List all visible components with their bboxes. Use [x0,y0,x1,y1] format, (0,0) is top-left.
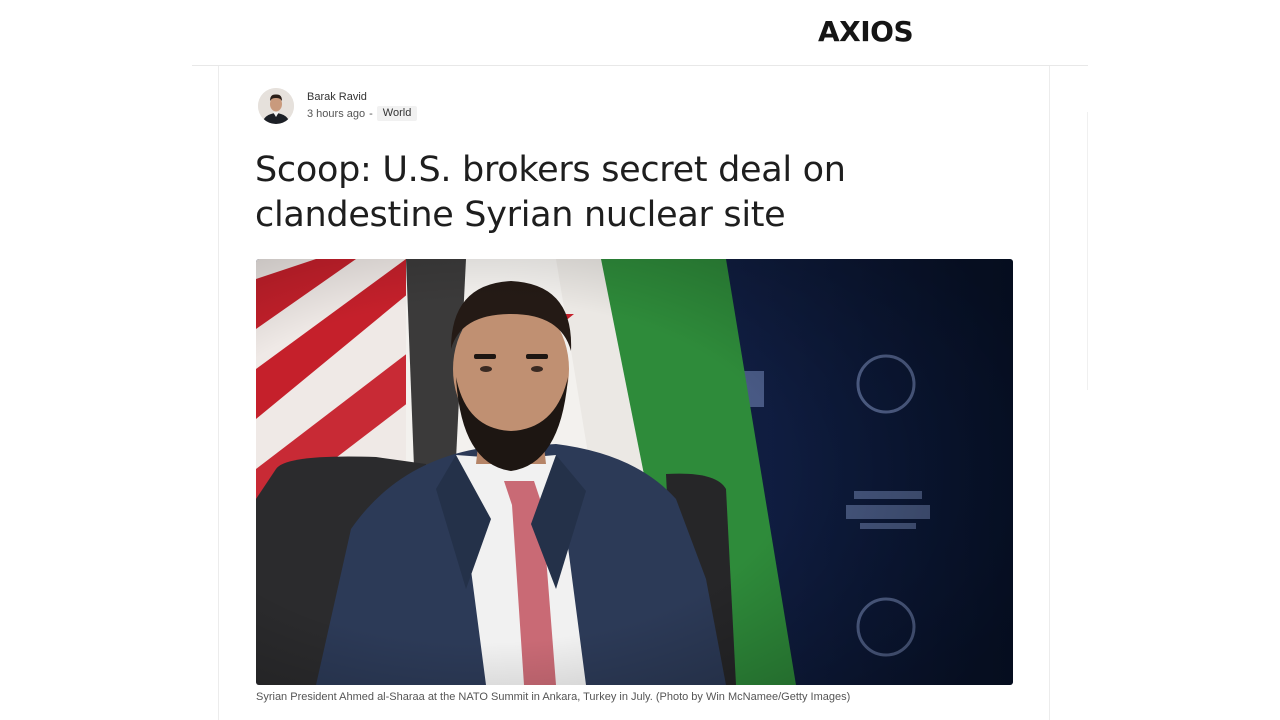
article-page: AXIOS Barak Ravid 3 hours ago - World Sc… [0,0,1280,720]
sidebar-divider [1087,112,1088,390]
meta-separator: - [369,107,373,120]
category-tag[interactable]: World [376,106,418,121]
content-border-right [1049,66,1050,720]
author-name-link[interactable]: Barak Ravid [307,90,367,104]
timestamp: 3 hours ago [307,107,366,120]
header-divider [192,65,1088,66]
hero-photo-illustration [256,259,1013,685]
author-avatar[interactable] [258,88,294,124]
byline-meta: 3 hours ago - World [307,106,418,121]
hero-image[interactable] [256,259,1013,685]
axios-logo[interactable]: AXIOS [818,14,914,50]
image-caption: Syrian President Ahmed al-Sharaa at the … [256,691,851,703]
content-border-left [218,66,219,720]
article-headline: Scoop: U.S. brokers secret deal on cland… [255,150,846,235]
